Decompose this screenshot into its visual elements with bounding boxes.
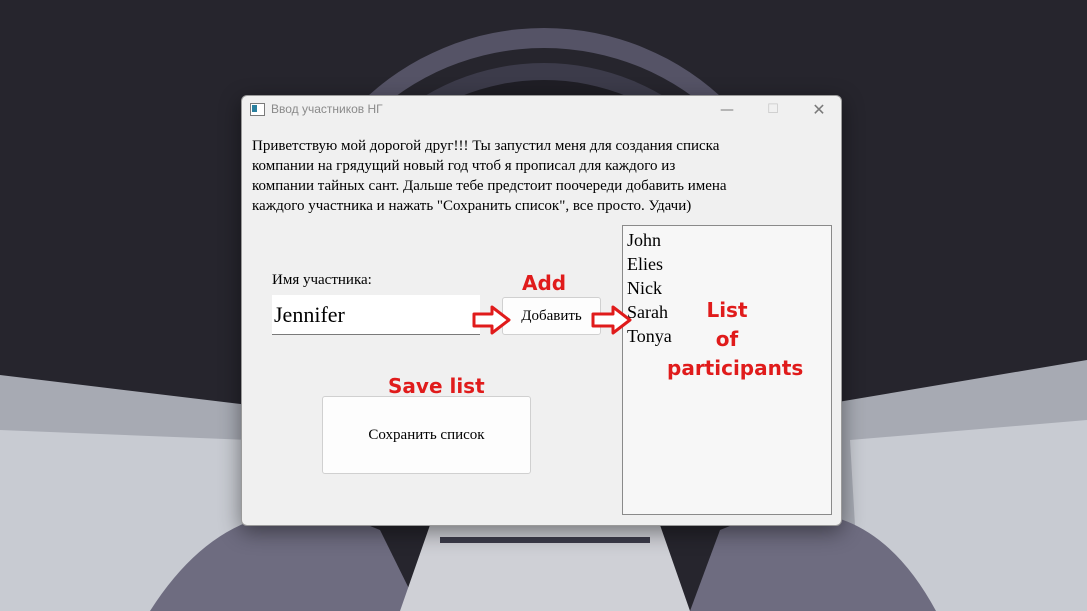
participant-name-input[interactable]	[272, 295, 480, 335]
minimize-icon: —	[720, 102, 734, 118]
annotation-list-line-1: List	[706, 298, 748, 322]
list-item[interactable]: Elies	[627, 252, 827, 276]
save-list-button[interactable]: Сохранить список	[322, 396, 531, 474]
window-title: Ввод участников НГ	[271, 102, 383, 116]
maximize-button[interactable]: ☐	[750, 96, 796, 126]
annotation-save-list: Save list	[388, 374, 485, 398]
arrow-right-icon	[472, 305, 511, 335]
participant-name-label: Имя участника:	[272, 272, 372, 288]
arrow-right-icon	[591, 305, 632, 335]
add-button[interactable]: Добавить	[502, 297, 601, 335]
close-icon: ✕	[812, 100, 826, 119]
list-item[interactable]: John	[627, 228, 827, 252]
close-button[interactable]: ✕	[796, 96, 841, 126]
annotation-list-line-3: participants	[667, 356, 804, 380]
annotation-add: Add	[522, 271, 567, 295]
maximize-icon: ☐	[767, 102, 779, 117]
annotation-list-of-participants: List of participants	[667, 296, 804, 383]
app-window: Ввод участников НГ — ☐ ✕ Приветствую мой…	[241, 95, 842, 526]
minimize-button[interactable]: —	[704, 96, 750, 126]
app-icon	[250, 103, 265, 116]
annotation-list-line-2: of	[715, 327, 739, 351]
intro-text: Приветствую мой дорогой друг!!! Ты запус…	[252, 138, 727, 214]
title-bar[interactable]: Ввод участников НГ — ☐ ✕	[242, 96, 841, 126]
